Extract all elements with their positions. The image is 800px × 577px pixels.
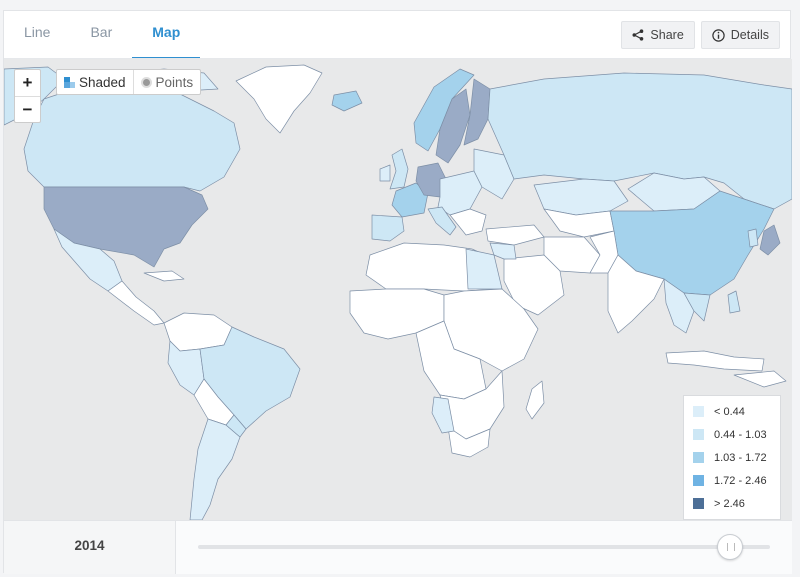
share-label: Share xyxy=(650,28,684,42)
legend-item: 0.44 - 1.03 xyxy=(693,423,780,446)
zoom-in-button[interactable]: + xyxy=(15,70,40,96)
details-label: Details xyxy=(730,28,769,42)
region-ireland xyxy=(379,164,391,182)
region-spain xyxy=(371,214,405,242)
legend-label-4: > 2.46 xyxy=(714,497,745,510)
share-icon xyxy=(632,29,644,41)
tab-line[interactable]: Line xyxy=(4,11,70,59)
tab-map[interactable]: Map xyxy=(132,11,201,59)
world-map[interactable] xyxy=(4,59,792,520)
region-philippines xyxy=(727,290,741,314)
mode-points-label: Points xyxy=(155,74,194,90)
zoom-out-button[interactable]: − xyxy=(15,96,40,122)
selected-year: 2014 xyxy=(4,521,176,574)
region-central-america xyxy=(107,280,165,326)
region-uk xyxy=(389,148,409,190)
points-icon xyxy=(140,76,152,88)
legend-item: 1.03 - 1.72 xyxy=(693,446,780,469)
zoom-control: + − xyxy=(14,69,41,123)
mode-shaded[interactable]: Shaded xyxy=(57,70,133,94)
legend-item: > 2.46 xyxy=(693,492,780,515)
toolbar: Share Details xyxy=(621,21,780,49)
legend-swatch-1 xyxy=(693,429,704,440)
region-madagascar xyxy=(525,380,545,420)
map-mode-toggle: Shaded Points xyxy=(56,69,202,95)
legend-label-0: < 0.44 xyxy=(714,405,745,418)
region-indonesia xyxy=(665,350,765,372)
region-canada xyxy=(23,88,241,192)
legend-swatch-3 xyxy=(693,475,704,486)
tab-bar[interactable]: Bar xyxy=(70,11,132,59)
region-korea xyxy=(747,228,759,248)
info-icon xyxy=(712,28,725,42)
legend-swatch-4 xyxy=(693,498,704,509)
details-button[interactable]: Details xyxy=(700,21,780,49)
legend-swatch-0 xyxy=(693,406,704,417)
chart-panel: Line Bar Map Share Details + − Shaded Po… xyxy=(3,10,792,574)
legend-item: < 0.44 xyxy=(693,400,780,423)
region-turkey xyxy=(485,224,545,246)
time-slider-track[interactable] xyxy=(198,545,770,549)
legend-label-3: 1.72 - 2.46 xyxy=(714,474,767,487)
mode-shaded-label: Shaded xyxy=(79,74,126,90)
legend-label-2: 1.03 - 1.72 xyxy=(714,451,767,464)
region-central-europe xyxy=(437,170,483,216)
mode-points[interactable]: Points xyxy=(132,70,201,94)
time-slider-handle[interactable] xyxy=(717,534,743,560)
time-slider-bar: 2014 xyxy=(4,520,792,574)
region-new-guinea xyxy=(733,370,787,388)
map-legend: < 0.44 0.44 - 1.03 1.03 - 1.72 1.72 - 2.… xyxy=(683,395,781,520)
legend-swatch-2 xyxy=(693,452,704,463)
view-tabs: Line Bar Map xyxy=(4,11,201,59)
share-button[interactable]: Share xyxy=(621,21,695,49)
shaded-icon xyxy=(64,76,75,88)
legend-label-1: 0.44 - 1.03 xyxy=(714,428,767,441)
region-greenland xyxy=(235,64,323,134)
region-argentina xyxy=(189,418,241,520)
region-iceland xyxy=(331,90,363,112)
legend-item: 1.72 - 2.46 xyxy=(693,469,780,492)
choropleth-map[interactable]: + − Shaded Points < 0.44 0.44 - 1.03 1.0… xyxy=(4,59,792,520)
region-caribbean xyxy=(143,270,185,282)
